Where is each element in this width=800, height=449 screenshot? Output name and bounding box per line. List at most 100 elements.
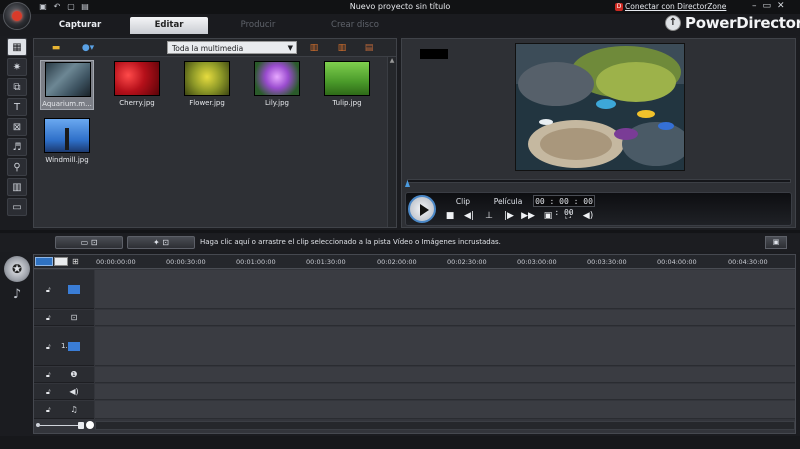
snapshot-icon[interactable]: ▣	[541, 210, 555, 222]
previous-frame-icon[interactable]: ◀|	[462, 210, 476, 222]
add-to-timeline-icon[interactable]: ▥	[306, 42, 322, 54]
directorzone-link[interactable]: D Conectar con DirectorZone	[615, 2, 726, 11]
next-frame-icon[interactable]: |▶	[502, 210, 516, 222]
ruler-tick: 00:01:00:00	[236, 258, 276, 266]
media-item-label: Lily.jpg	[265, 99, 289, 107]
tab-crear-disco[interactable]: Crear disco	[315, 17, 395, 34]
media-item-windmill[interactable]: Windmill.jpg	[40, 118, 94, 164]
voice-track[interactable]	[95, 384, 795, 400]
preview-seek-bar[interactable]	[407, 179, 791, 183]
effect-track[interactable]	[95, 310, 795, 326]
lock-icon[interactable]: 🔓︎	[46, 343, 51, 352]
timeline-mode-column: ✪ ♪	[0, 254, 32, 434]
audio-mixing-icon[interactable]: ♬	[7, 138, 27, 156]
voice-track-icon: ◀)	[69, 387, 79, 396]
timecode-display[interactable]: 00 : 00 : 00 : 00	[533, 195, 595, 217]
media-room-icon[interactable]: ▦	[7, 38, 27, 56]
pip-room-icon[interactable]: ⧉	[7, 78, 27, 96]
track-header-voice: 🔓︎ ◀)	[34, 384, 94, 400]
timeline-options-button[interactable]: ▣	[765, 236, 787, 249]
lock-icon[interactable]: 🔓︎	[46, 371, 51, 380]
zoom-knob[interactable]	[78, 422, 84, 429]
track-mode-icon[interactable]	[35, 257, 53, 266]
import-folder-icon[interactable]: ▬	[48, 42, 64, 54]
thumbnail-image	[44, 118, 90, 153]
media-filter-select[interactable]: Toda la multimedia ▼	[167, 41, 297, 54]
movie-mode-toggle[interactable]: Película	[486, 196, 530, 207]
directorzone-label[interactable]: Conectar con DirectorZone	[625, 2, 726, 11]
stop-icon[interactable]: ■	[443, 210, 457, 222]
media-item-tulip[interactable]: Tulip.jpg	[320, 61, 374, 107]
storyboard-view-button[interactable]: ▭ ⊡	[55, 236, 123, 249]
playback-controls: Clip Película 00 : 00 : 00 : 00 ■ ◀| ⊥ |…	[405, 192, 792, 226]
media-item-flower[interactable]: Flower.jpg	[180, 61, 234, 107]
ruler-tick: 00:02:30:00	[447, 258, 487, 266]
music-track[interactable]	[95, 401, 795, 419]
brand-name: PowerDirector	[685, 14, 800, 32]
lock-icon[interactable]: 🔓︎	[46, 314, 51, 323]
ruler-tick: 00:03:00:00	[517, 258, 557, 266]
media-item-cherry[interactable]: Cherry.jpg	[110, 61, 164, 107]
lock-icon[interactable]: 🔓︎	[46, 406, 51, 415]
effects-room-icon[interactable]: ✷	[7, 58, 27, 76]
window-controls: – ▭ ✕	[752, 1, 785, 11]
title-track[interactable]	[95, 367, 795, 383]
tab-capturar[interactable]: Capturar	[40, 17, 120, 34]
thumbnail-image	[254, 61, 300, 96]
panel-divider[interactable]	[0, 230, 800, 233]
ruler-tick: 00:02:00:00	[377, 258, 417, 266]
magic-movie-icon[interactable]: ✪	[4, 256, 30, 282]
directorzone-icon: D	[615, 2, 623, 11]
video-track-icon	[68, 285, 80, 294]
ruler-tick: 00:04:30:00	[728, 258, 768, 266]
media-item-aquarium[interactable]: Aquarium.m...	[40, 60, 94, 110]
tab-editar[interactable]: Editar	[130, 17, 208, 34]
track-manager-icon[interactable]: ⊞	[72, 257, 86, 266]
thumbnail-image	[324, 61, 370, 96]
minimize-button[interactable]: –	[752, 1, 757, 11]
play-button[interactable]	[408, 195, 436, 223]
pip-track-icon	[68, 342, 80, 351]
thumbnail-image	[45, 62, 91, 97]
pip-track[interactable]	[95, 327, 795, 366]
library-menu-icon[interactable]: ▤	[361, 42, 377, 54]
fix-enhance-button[interactable]: ✦ ⊡	[127, 236, 195, 249]
fullscreen-icon[interactable]: ⛶	[561, 210, 575, 222]
insert-clip-icon[interactable]: ▥	[334, 42, 350, 54]
upgrade-icon[interactable]: ↑	[665, 15, 681, 31]
timeline-zoom-slider[interactable]	[36, 421, 94, 430]
preview-video	[515, 43, 685, 171]
thumbnail-image	[114, 61, 160, 96]
ruler-tick: 00:04:00:00	[657, 258, 697, 266]
track-header-music: 🔓︎ ♫	[34, 401, 94, 419]
zoom-fit-icon[interactable]	[86, 421, 94, 429]
lock-icon[interactable]: 🔓︎	[46, 286, 51, 295]
voice-record-icon[interactable]: ⚲	[7, 158, 27, 176]
library-scrollbar[interactable]: ▲	[387, 57, 396, 227]
maximize-button[interactable]: ▭	[763, 1, 772, 11]
clip-mode-toggle[interactable]: Clip	[446, 196, 480, 207]
fast-forward-icon[interactable]: ▶▶	[521, 210, 535, 222]
close-button[interactable]: ✕	[777, 1, 785, 11]
timeline-ruler[interactable]: ⊞ 00:00:00:00 00:00:30:00 00:01:00:00 00…	[34, 255, 795, 269]
track-view-icon[interactable]	[54, 257, 68, 266]
app-logo[interactable]	[3, 2, 31, 30]
volume-icon[interactable]: ◀)	[581, 210, 595, 222]
title-room-icon[interactable]: T	[7, 98, 27, 116]
tab-producir[interactable]: Producir	[218, 17, 298, 34]
track-header-video: 🔓︎	[34, 270, 94, 309]
track-header-effect: 🔓︎ ⊡	[34, 310, 94, 326]
subtitle-room-icon[interactable]: ▭	[7, 198, 27, 216]
media-item-lily[interactable]: Lily.jpg	[250, 61, 304, 107]
chapter-room-icon[interactable]: ▥	[7, 178, 27, 196]
download-globe-icon[interactable]: ●▾	[80, 42, 96, 54]
track-header-pip: 🔓︎ 1.	[34, 327, 94, 366]
audio-wizard-icon[interactable]: ♪	[6, 287, 28, 307]
split-icon[interactable]: ⊥	[482, 210, 496, 222]
timeline-hint: Haga clic aquí o arrastre el clip selecc…	[200, 238, 501, 246]
video-track[interactable]	[95, 270, 795, 309]
timeline-horizontal-scrollbar[interactable]	[95, 421, 795, 430]
transition-room-icon[interactable]: ⊠	[7, 118, 27, 136]
scroll-up-icon[interactable]: ▲	[388, 57, 396, 64]
lock-icon[interactable]: 🔓︎	[46, 388, 51, 397]
